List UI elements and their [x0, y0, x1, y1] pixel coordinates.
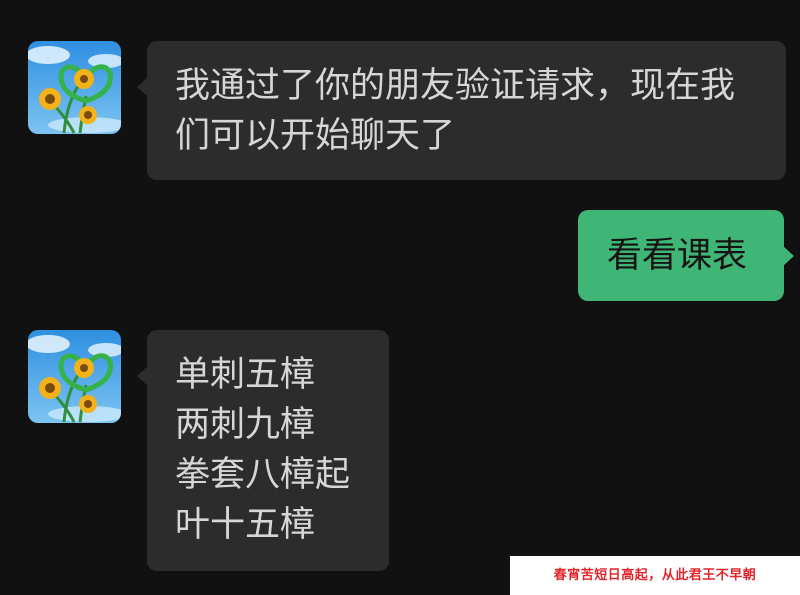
outgoing-message-bubble[interactable]: 看看课表: [578, 210, 794, 301]
message-text-line: 两刺九樟: [175, 405, 316, 445]
message-text-line: 我通过了你的朋友验证请求，现在我: [175, 66, 736, 106]
watermark-caption: 春宵苦短日高起，从此君王不早朝: [510, 556, 800, 595]
message-text-line: 们可以开始聊天了: [175, 116, 456, 156]
sunflower-avatar-icon: [28, 330, 121, 423]
contact-avatar[interactable]: [28, 41, 121, 134]
message-text-line: 单刺五樟: [175, 355, 316, 395]
incoming-message-bubble[interactable]: 我通过了你的朋友验证请求，现在我 们可以开始聊天了: [137, 41, 786, 180]
sunflower-avatar-icon: [28, 41, 121, 134]
incoming-message-bubble[interactable]: 单刺五樟 两刺九樟 拳套八樟起 叶十五樟: [137, 330, 389, 571]
message-text-line: 叶十五樟: [175, 505, 316, 545]
contact-avatar[interactable]: [28, 330, 121, 423]
message-text-line: 看看课表: [607, 236, 748, 276]
message-text-line: 拳套八樟起: [175, 455, 351, 495]
